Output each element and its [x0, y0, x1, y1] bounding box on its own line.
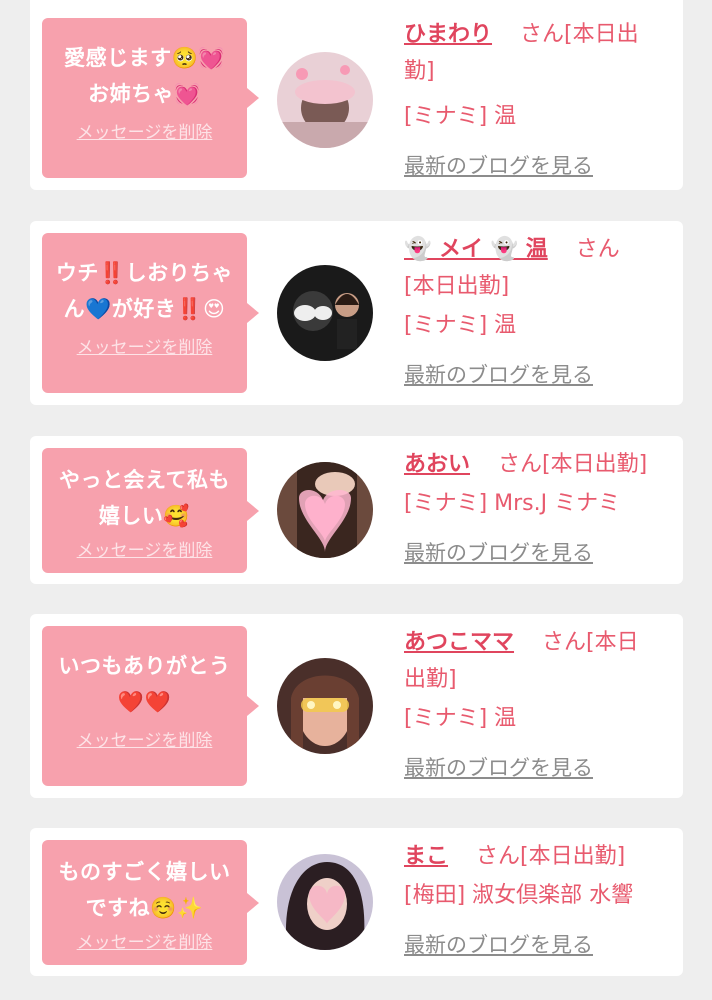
- avatar-image: [277, 658, 373, 754]
- message-bubble: ものすごく嬉しい ですね☺️✨ メッセージを削除: [42, 840, 259, 965]
- girl-name-link[interactable]: 👻 メイ 👻 温: [404, 237, 548, 262]
- work-status: さん: [575, 237, 620, 262]
- message-text-line1: 愛感じます🥺💓: [64, 46, 225, 70]
- delete-message-link[interactable]: メッセージを削除: [77, 333, 213, 358]
- latest-blog-link[interactable]: 最新のブログを見る: [404, 148, 674, 185]
- message-bubble: ウチ‼️しおりちゃ ん💙が好き‼️😍 メッセージを削除: [42, 233, 259, 393]
- girl-info: あつこママ さん[本日 出勤] [ミナミ] 温 最新のブログを見る: [404, 624, 674, 787]
- shop-name: [ミナミ] Mrs.J ミナミ: [404, 491, 621, 516]
- message-text-line1: やっと会えて私も: [59, 468, 230, 492]
- message-text-line2: 嬉しい🥰: [98, 504, 191, 528]
- latest-blog-link[interactable]: 最新のブログを見る: [404, 535, 674, 572]
- work-status: さん[本日出勤]: [498, 452, 648, 477]
- shop-name: [ミナミ] 温: [404, 706, 517, 731]
- work-status-cont: 出勤]: [404, 667, 457, 692]
- message-card: ものすごく嬉しい ですね☺️✨ メッセージを削除 まこ さん[本日出勤] [梅田…: [30, 828, 683, 976]
- girl-info: ひまわり さん[本日出 勤] [ミナミ] 温 最新のブログを見る: [404, 16, 674, 185]
- girl-name-link[interactable]: ひまわり: [404, 22, 492, 47]
- message-text-line1: ものすごく嬉しい: [58, 860, 231, 884]
- message-bubble: 愛感じます🥺💓 お姉ちゃ💓 メッセージを削除: [42, 18, 259, 178]
- work-status: さん[本日出: [520, 22, 639, 47]
- message-card: やっと会えて私も 嬉しい🥰 メッセージを削除 あおい さん[本日出勤] [ミナミ…: [30, 436, 683, 584]
- girl-info: まこ さん[本日出勤] [梅田] 淑女倶楽部 水響 最新のブログを見る: [404, 838, 674, 964]
- girl-info: 👻 メイ 👻 温 さん [本日出勤] [ミナミ] 温 最新のブログを見る: [404, 231, 674, 394]
- message-text-line1: いつもありがとう: [58, 654, 231, 678]
- shop-name: [梅田] 淑女倶楽部 水響: [404, 883, 634, 908]
- work-status: さん[本日出勤]: [476, 844, 626, 869]
- delete-message-link[interactable]: メッセージを削除: [77, 726, 213, 751]
- girl-name-link[interactable]: あつこママ: [404, 630, 514, 655]
- message-text-line2: ん💙が好き‼️😍: [63, 297, 226, 321]
- avatar-image: [277, 854, 373, 950]
- shop-name: [ミナミ] 温: [404, 313, 517, 338]
- avatar-image: [277, 265, 373, 361]
- work-status-cont: 勤]: [404, 59, 435, 84]
- message-card: ウチ‼️しおりちゃ ん💙が好き‼️😍 メッセージを削除 👻 メイ 👻 温 さん …: [30, 221, 683, 405]
- delete-message-link[interactable]: メッセージを削除: [77, 536, 213, 561]
- girl-name-link[interactable]: まこ: [404, 844, 448, 869]
- work-status-cont: [本日出勤]: [404, 274, 510, 299]
- message-text-line2: お姉ちゃ💓: [88, 82, 201, 106]
- shop-name: [ミナミ] 温: [404, 104, 517, 129]
- work-status: さん[本日: [542, 630, 639, 655]
- message-card: いつもありがとう ❤️❤️ メッセージを削除 あつこママ さん[本日 出勤] […: [30, 614, 683, 798]
- message-text-line1: ウチ‼️しおりちゃ: [55, 261, 234, 285]
- avatar[interactable]: [277, 658, 373, 754]
- message-text-line2: ですね☺️✨: [85, 896, 204, 920]
- message-bubble: やっと会えて私も 嬉しい🥰 メッセージを削除: [42, 448, 259, 573]
- latest-blog-link[interactable]: 最新のブログを見る: [404, 357, 674, 394]
- latest-blog-link[interactable]: 最新のブログを見る: [404, 927, 674, 964]
- avatar[interactable]: [277, 52, 373, 148]
- message-bubble: いつもありがとう ❤️❤️ メッセージを削除: [42, 626, 259, 786]
- avatar-image: [277, 52, 373, 148]
- latest-blog-link[interactable]: 最新のブログを見る: [404, 750, 674, 787]
- message-card: 愛感じます🥺💓 お姉ちゃ💓 メッセージを削除 ひまわり さん[本日出 勤] [ミ…: [30, 0, 683, 190]
- avatar-image: [277, 462, 373, 558]
- avatar[interactable]: [277, 854, 373, 950]
- avatar[interactable]: [277, 265, 373, 361]
- avatar[interactable]: [277, 462, 373, 558]
- delete-message-link[interactable]: メッセージを削除: [77, 118, 213, 143]
- delete-message-link[interactable]: メッセージを削除: [77, 928, 213, 953]
- girl-info: あおい さん[本日出勤] [ミナミ] Mrs.J ミナミ 最新のブログを見る: [404, 446, 674, 572]
- message-text-line2: ❤️❤️: [117, 690, 172, 714]
- girl-name-link[interactable]: あおい: [404, 452, 470, 477]
